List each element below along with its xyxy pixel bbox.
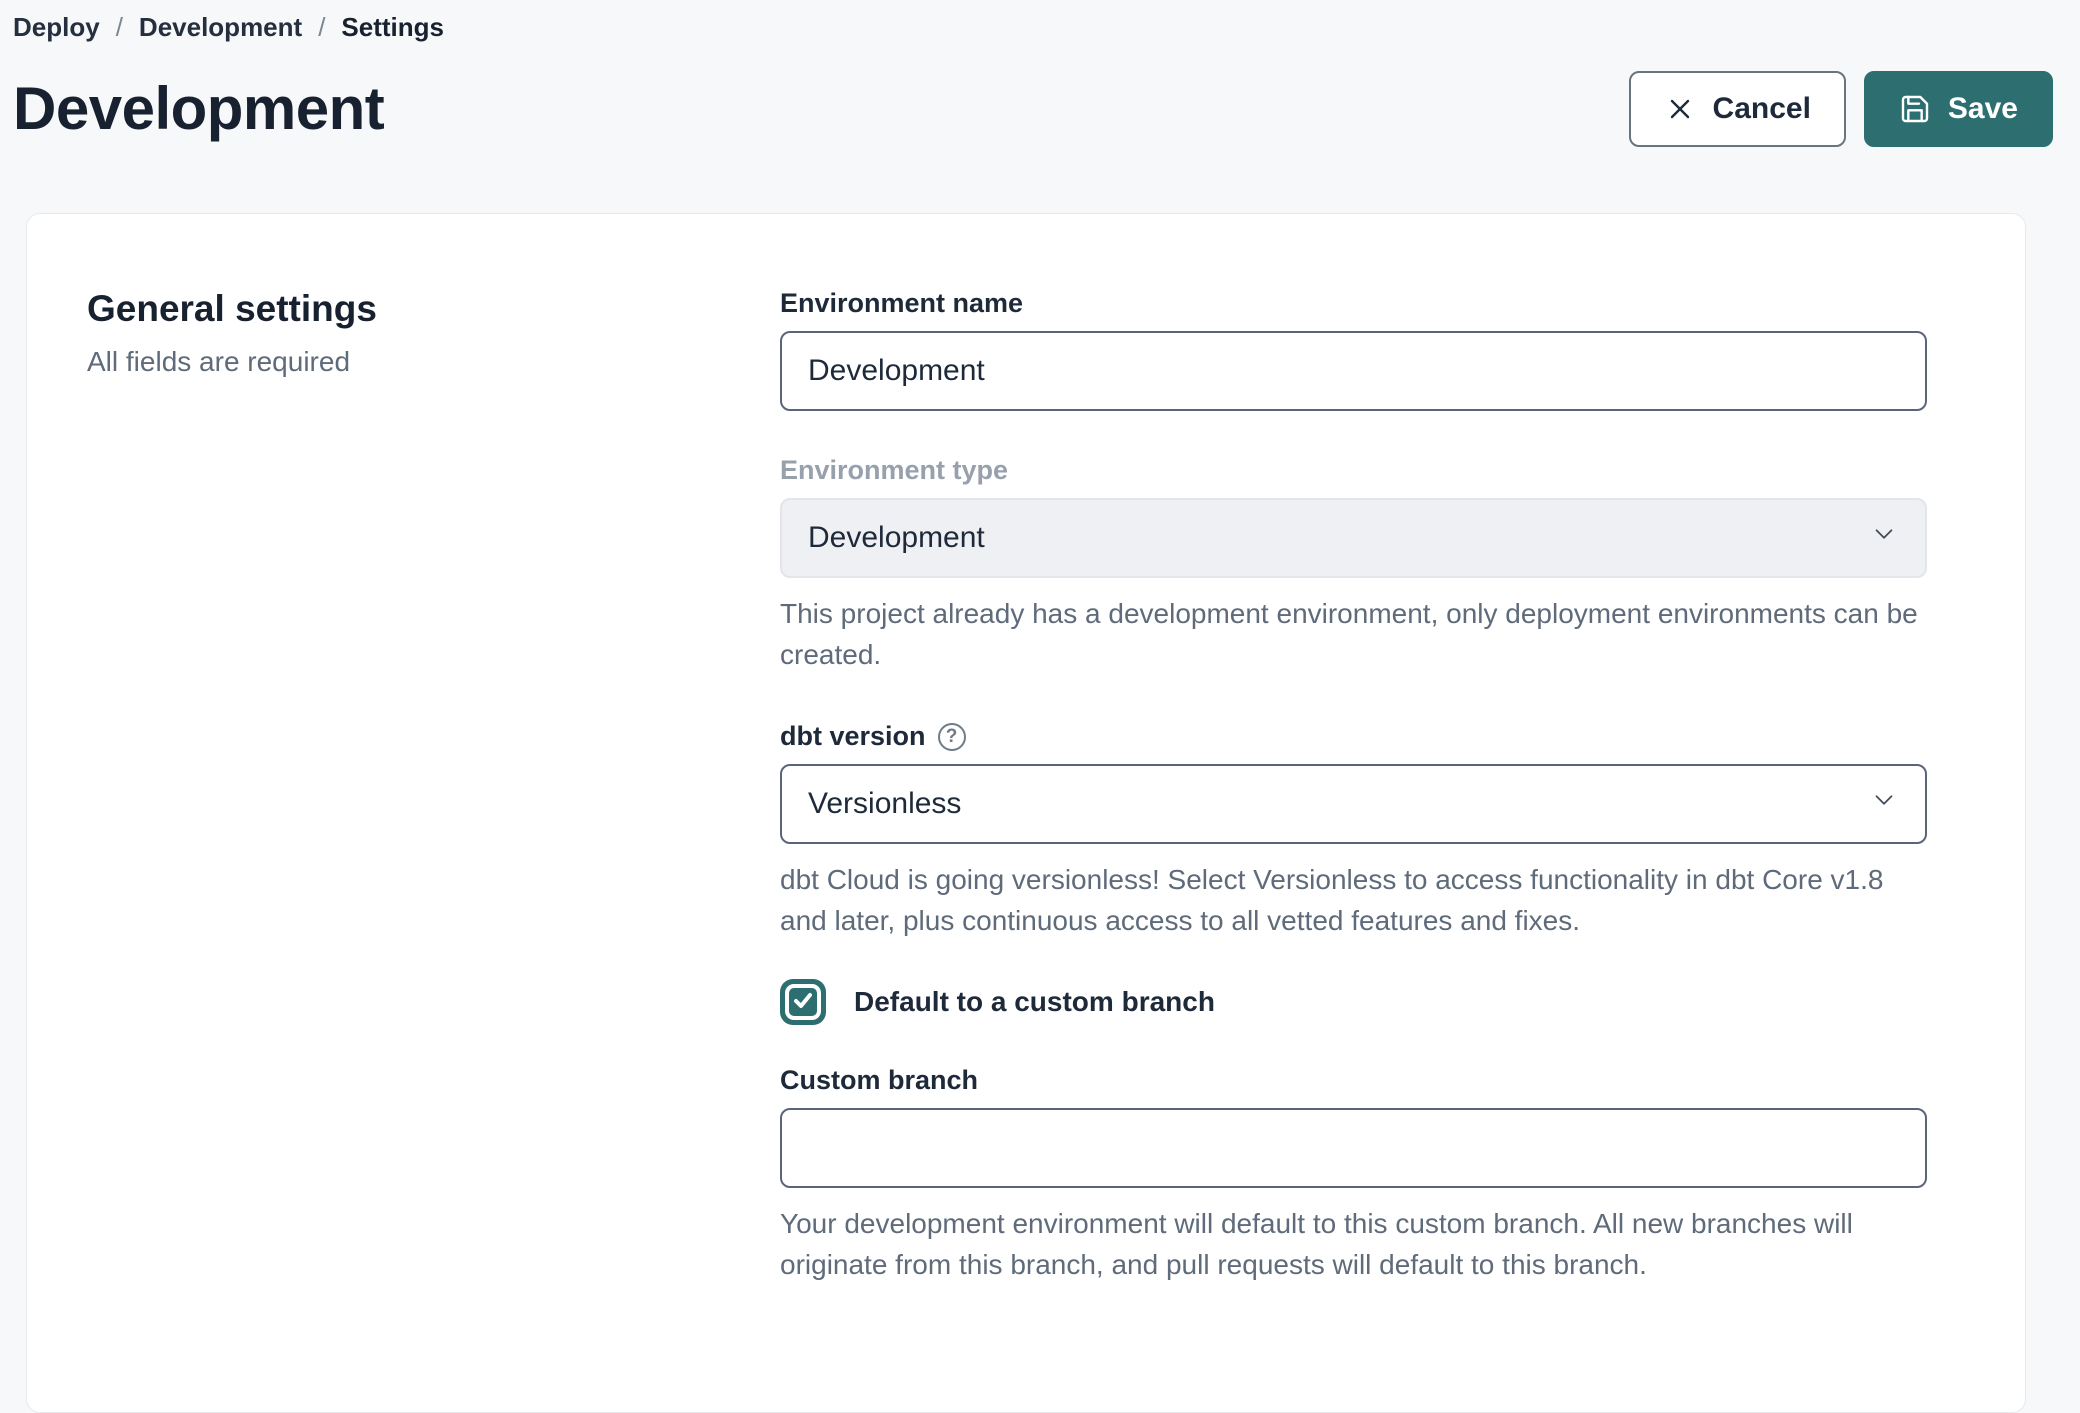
environment-type-select: Development — [780, 498, 1927, 578]
custom-branch-checkbox[interactable] — [780, 979, 826, 1025]
settings-form: Environment name Environment type Develo… — [780, 288, 1927, 1352]
page: Deploy / Development / Settings Developm… — [0, 0, 2080, 1413]
environment-type-group: Environment type Development This projec… — [780, 455, 1927, 675]
cancel-button-label: Cancel — [1713, 94, 1811, 124]
breadcrumb-item-development[interactable]: Development — [139, 12, 302, 43]
custom-branch-checkbox-row: Default to a custom branch — [780, 979, 1927, 1025]
breadcrumb-separator: / — [318, 12, 325, 43]
custom-branch-help-text: Your development environment will defaul… — [780, 1203, 1927, 1285]
dbt-version-label: dbt version — [780, 721, 926, 752]
custom-branch-label: Custom branch — [780, 1065, 1927, 1096]
dbt-version-help-text: dbt Cloud is going versionless! Select V… — [780, 859, 1927, 941]
help-icon[interactable]: ? — [938, 723, 966, 751]
page-title: Development — [13, 76, 384, 142]
dbt-version-select[interactable]: Versionless — [780, 764, 1927, 844]
save-icon — [1899, 93, 1931, 125]
dbt-version-group: dbt version ? Versionless dbt Cloud is g… — [780, 721, 1927, 941]
header-actions: Cancel Save — [1629, 71, 2053, 147]
breadcrumb: Deploy / Development / Settings — [13, 12, 2053, 43]
save-button[interactable]: Save — [1864, 71, 2053, 147]
environment-type-label: Environment type — [780, 455, 1927, 486]
general-settings-card: General settings All fields are required… — [26, 213, 2026, 1413]
section-subtitle: All fields are required — [87, 346, 780, 378]
cancel-button[interactable]: Cancel — [1629, 71, 1846, 147]
environment-type-help-text: This project already has a development e… — [780, 593, 1927, 675]
environment-name-label: Environment name — [780, 288, 1927, 319]
close-icon — [1664, 93, 1696, 125]
environment-type-value: Development — [808, 521, 985, 555]
check-icon — [791, 988, 815, 1017]
page-header: Development Cancel — [13, 71, 2053, 147]
environment-name-group: Environment name — [780, 288, 1927, 411]
environment-name-input[interactable] — [780, 331, 1927, 411]
chevron-down-icon — [1869, 519, 1899, 557]
section-intro: General settings All fields are required — [87, 288, 780, 1352]
dbt-version-value: Versionless — [808, 787, 961, 821]
checkbox-inner — [785, 984, 821, 1020]
save-button-label: Save — [1948, 94, 2018, 124]
breadcrumb-separator: / — [116, 12, 123, 43]
section-title: General settings — [87, 288, 780, 330]
dbt-version-label-row: dbt version ? — [780, 721, 1927, 752]
custom-branch-input[interactable] — [780, 1108, 1927, 1188]
breadcrumb-item-settings: Settings — [341, 12, 444, 43]
breadcrumb-item-deploy[interactable]: Deploy — [13, 12, 100, 43]
custom-branch-group: Custom branch Your development environme… — [780, 1065, 1927, 1285]
chevron-down-icon — [1869, 785, 1899, 823]
custom-branch-checkbox-label[interactable]: Default to a custom branch — [854, 986, 1215, 1018]
